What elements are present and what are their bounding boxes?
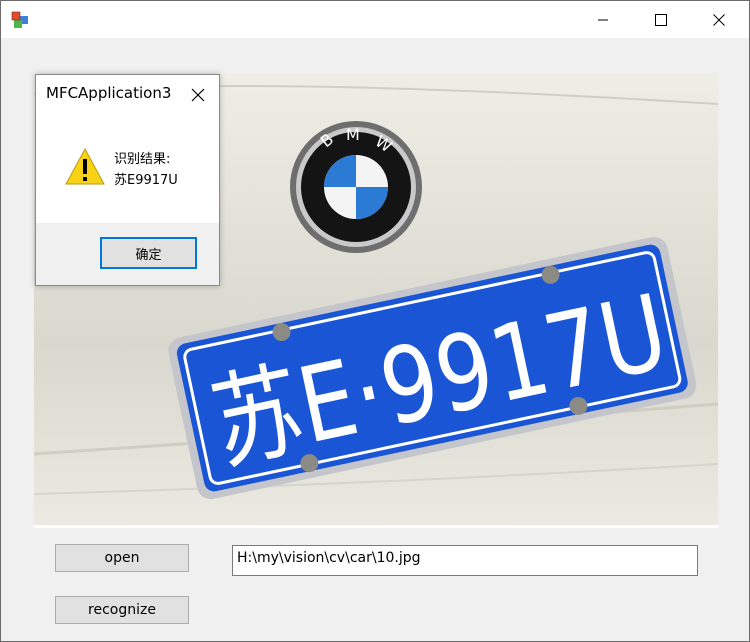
image-bottom-edge bbox=[34, 525, 718, 528]
dialog-title: MFCApplication3 bbox=[46, 84, 172, 102]
minimize-button[interactable] bbox=[574, 1, 632, 38]
bmw-badge: B M W bbox=[290, 121, 422, 253]
main-window: B M W 苏E·9917U open recognize H:\my\visi… bbox=[0, 0, 750, 642]
maximize-icon bbox=[655, 13, 667, 26]
app-icon bbox=[11, 11, 28, 28]
dialog-close-button[interactable] bbox=[186, 83, 210, 107]
minimize-icon bbox=[598, 19, 608, 20]
message-dialog: MFCApplication3 识别结果: 苏E9917U 确定 bbox=[35, 74, 220, 286]
badge-letter-m: M bbox=[346, 125, 360, 144]
ok-button[interactable]: 确定 bbox=[100, 237, 197, 269]
close-icon bbox=[713, 13, 725, 26]
dialog-message-line2: 苏E9917U bbox=[114, 173, 178, 188]
close-button[interactable] bbox=[690, 1, 748, 38]
close-icon bbox=[191, 88, 205, 102]
dialog-message: 识别结果: 苏E9917U bbox=[114, 149, 178, 191]
title-bar[interactable] bbox=[1, 1, 749, 38]
dialog-message-line1: 识别结果: bbox=[114, 152, 171, 167]
file-path-field[interactable]: H:\my\vision\cv\car\10.jpg bbox=[232, 545, 698, 576]
warning-icon bbox=[65, 147, 105, 185]
recognize-button[interactable]: recognize bbox=[55, 596, 189, 624]
maximize-button[interactable] bbox=[632, 1, 690, 38]
open-button[interactable]: open bbox=[55, 544, 189, 572]
license-plate: 苏E·9917U bbox=[168, 236, 697, 500]
